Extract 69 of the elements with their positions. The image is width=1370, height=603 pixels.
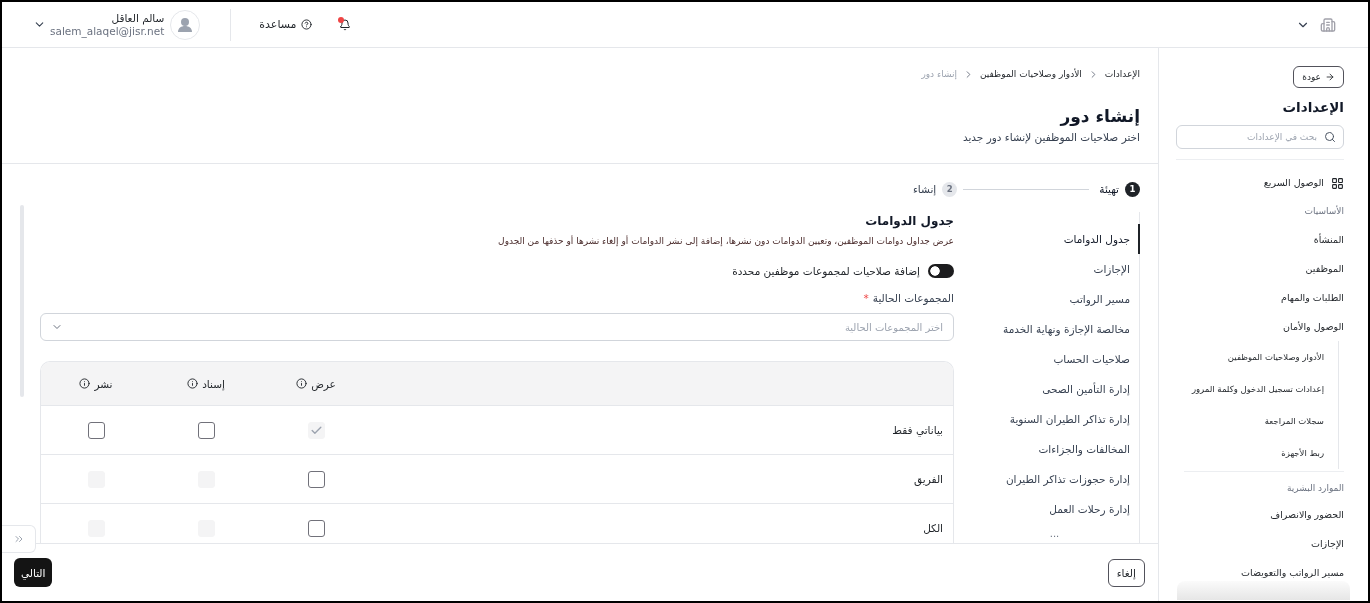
arrow-right-icon — [1325, 72, 1335, 82]
more-items-indicator: ... — [1048, 526, 1061, 541]
sidebar-item[interactable]: الحضور والانصراف — [1270, 506, 1344, 523]
checkbox[interactable] — [197, 421, 215, 439]
section-nav-item[interactable]: إدارة رحلات العمل — [970, 494, 1140, 524]
sidebar-item[interactable]: الوصول السريع — [1176, 175, 1344, 191]
help-icon — [300, 19, 312, 30]
sidebar-item[interactable]: المنشأة — [1313, 231, 1344, 248]
section-nav-item[interactable]: صلاحيات الحساب — [970, 344, 1140, 374]
section-nav-item[interactable]: جدول الدوامات — [970, 224, 1140, 254]
section-nav-item[interactable]: مسير الرواتب — [970, 284, 1140, 314]
search-icon — [1324, 131, 1336, 143]
building-icon — [1320, 16, 1336, 33]
section-nav-item[interactable]: المخالفات والجزاءات — [970, 434, 1140, 464]
chevrons-right-icon — [12, 533, 25, 545]
section-description: عرض جداول دوامات الموظفين، وتعيين الدوامات دون نشرها، إضافة إلى نشر الدوامات أو إلغاء نشرها أو حذفها من الجدول — [497, 234, 954, 248]
sidebar-item[interactable]: الطلبات والمهام — [1281, 289, 1344, 306]
sidebar-subitem[interactable]: سجلات المراجعة — [1264, 413, 1324, 429]
avatar-icon — [170, 9, 201, 40]
section-nav-item[interactable]: الإجازات — [970, 254, 1140, 284]
section-nav-item[interactable]: إدارة التأمين الصحى — [970, 374, 1140, 404]
next-button[interactable]: التالي — [14, 558, 53, 587]
user-email: salem_alaqel@jisr.net — [50, 24, 165, 38]
section-nav-item[interactable]: إدارة حجوزات تذاكر الطيران — [970, 464, 1140, 494]
section-heading: الموارد البشرية — [1286, 482, 1344, 495]
column-header: نشر — [94, 377, 113, 390]
sidebar-subitem[interactable]: ربط الأجهزة — [1281, 445, 1324, 461]
checkbox[interactable] — [307, 470, 325, 488]
section-nav-item[interactable]: مخالصة الإجازة ونهاية الخدمة — [970, 314, 1140, 344]
column-header: إسناد — [202, 377, 225, 390]
sidebar-subitem[interactable]: إعدادات تسجيل الدخول وكلمة المرور — [1191, 381, 1324, 397]
field-label: المجموعات الحالية * — [862, 291, 954, 305]
row-label: الفريق — [914, 473, 943, 485]
info-icon — [187, 378, 199, 389]
section-nav-item[interactable]: إدارة تذاكر الطيران السنوية — [970, 404, 1140, 434]
sidebar-subitem[interactable]: الأدوار وصلاحيات الموظفين — [1227, 349, 1324, 365]
step-label: تهيئة — [1099, 183, 1119, 195]
section-heading: الأساسيات — [1304, 204, 1344, 218]
section-title: جدول الدوامات — [864, 213, 954, 230]
back-button[interactable]: عودة — [1293, 66, 1344, 88]
step-number: 1 — [1125, 181, 1140, 197]
user-name: سالم العاقل — [111, 11, 165, 25]
breadcrumb-link[interactable]: الإعدادات — [1104, 69, 1140, 79]
breadcrumb-current: إنشاء دور — [921, 69, 957, 79]
step-label: إنشاء — [912, 183, 937, 195]
search-field[interactable]: بحث في الإعدادات — [1176, 125, 1344, 149]
toggle-switch[interactable] — [928, 264, 954, 278]
cancel-button[interactable]: إلغاء — [1107, 558, 1145, 587]
sidebar-title: الإعدادات — [1281, 98, 1344, 117]
checkbox[interactable] — [307, 519, 325, 537]
help-button[interactable]: مساعدة — [259, 18, 312, 31]
sidebar-item[interactable]: مسير الرواتب والتعويضات — [1241, 564, 1344, 581]
checkbox[interactable] — [87, 421, 105, 439]
info-icon — [296, 378, 308, 389]
bell-icon — [338, 18, 351, 31]
notifications-button[interactable] — [336, 16, 353, 33]
step-number: 2 — [942, 181, 958, 197]
info-icon — [79, 378, 91, 389]
page-subtitle: اختر صلاحيات الموظفين لإنشاء دور جديد — [961, 130, 1140, 145]
sidebar-item[interactable]: الوصول والأمان — [1283, 318, 1344, 335]
row-label: بياناتي فقط — [892, 424, 943, 436]
column-header: عرض — [311, 377, 336, 390]
row-label: الكل — [923, 522, 943, 534]
grid-icon — [1331, 176, 1344, 190]
toggle-label: إضافة صلاحيات لمجموعات موظفين محددة — [732, 265, 920, 277]
breadcrumb-link[interactable]: الأدوار وصلاحيات الموظفين — [980, 69, 1082, 79]
sidebar-item[interactable]: الموظفين — [1305, 260, 1344, 277]
page-title: إنشاء دور — [1058, 105, 1140, 128]
sidebar-item[interactable]: الإجازات — [1311, 535, 1344, 552]
